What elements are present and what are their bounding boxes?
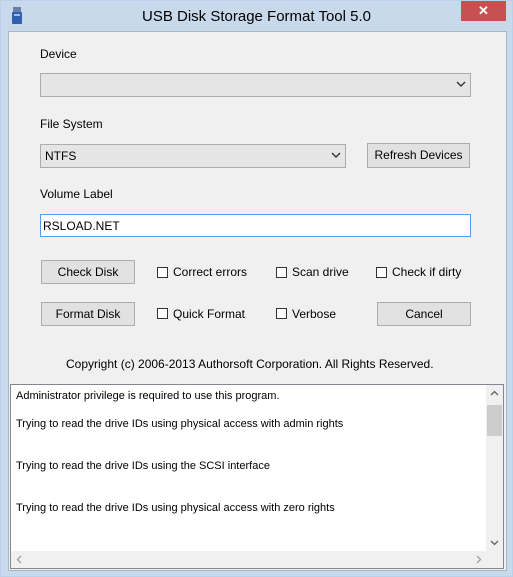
main-panel: Device File System NTFS Refresh Devices …: [8, 31, 507, 571]
correct-errors-label: Correct errors: [173, 265, 248, 279]
cancel-button[interactable]: Cancel: [377, 302, 471, 326]
device-dropdown[interactable]: [40, 73, 471, 97]
title-bar[interactable]: USB Disk Storage Format Tool 5.0 ✕: [1, 1, 512, 31]
quick-format-checkbox[interactable]: [157, 308, 168, 319]
format-disk-button[interactable]: Format Disk: [41, 302, 135, 326]
device-label: Device: [40, 47, 77, 61]
scroll-down-icon[interactable]: [486, 534, 503, 551]
verbose-label: Verbose: [292, 307, 337, 321]
copyright-text: Copyright (c) 2006-2013 Authorsoft Corpo…: [66, 357, 434, 371]
log-line: Trying to read the drive IDs using physi…: [16, 502, 335, 514]
log-line: Administrator privilege is required to u…: [16, 390, 280, 402]
check-disk-button[interactable]: Check Disk: [41, 260, 135, 284]
scroll-right-icon[interactable]: [470, 551, 487, 568]
file-system-dropdown[interactable]: NTFS: [40, 144, 346, 168]
scan-drive-checkbox[interactable]: [276, 267, 287, 278]
file-system-label: File System: [40, 117, 103, 131]
app-window: USB Disk Storage Format Tool 5.0 ✕ Devic…: [0, 0, 513, 577]
file-system-selected-value: NTFS: [45, 149, 77, 163]
volume-label-label: Volume Label: [40, 187, 113, 201]
check-if-dirty-label: Check if dirty: [392, 265, 462, 279]
log-line: Trying to read the drive IDs using physi…: [16, 418, 344, 430]
chevron-down-icon: [456, 81, 466, 87]
close-icon: ✕: [478, 3, 489, 18]
horizontal-scrollbar[interactable]: [11, 551, 487, 568]
vertical-scrollbar[interactable]: [486, 385, 503, 551]
quick-format-label: Quick Format: [173, 307, 246, 321]
log-line: Trying to read the drive IDs using the S…: [16, 460, 270, 472]
scroll-left-icon[interactable]: [11, 551, 28, 568]
refresh-devices-button[interactable]: Refresh Devices: [367, 143, 470, 168]
volume-label-input[interactable]: [40, 214, 471, 237]
log-output-area[interactable]: Administrator privilege is required to u…: [10, 384, 504, 569]
chevron-down-icon: [331, 152, 341, 158]
vertical-scroll-thumb[interactable]: [487, 405, 502, 436]
correct-errors-checkbox[interactable]: [157, 267, 168, 278]
scrollbar-corner: [486, 551, 503, 568]
window-title: USB Disk Storage Format Tool 5.0: [142, 8, 371, 25]
close-button[interactable]: ✕: [461, 1, 506, 21]
verbose-checkbox[interactable]: [276, 308, 287, 319]
scan-drive-label: Scan drive: [292, 265, 349, 279]
check-if-dirty-checkbox[interactable]: [376, 267, 387, 278]
scroll-up-icon[interactable]: [486, 385, 503, 402]
